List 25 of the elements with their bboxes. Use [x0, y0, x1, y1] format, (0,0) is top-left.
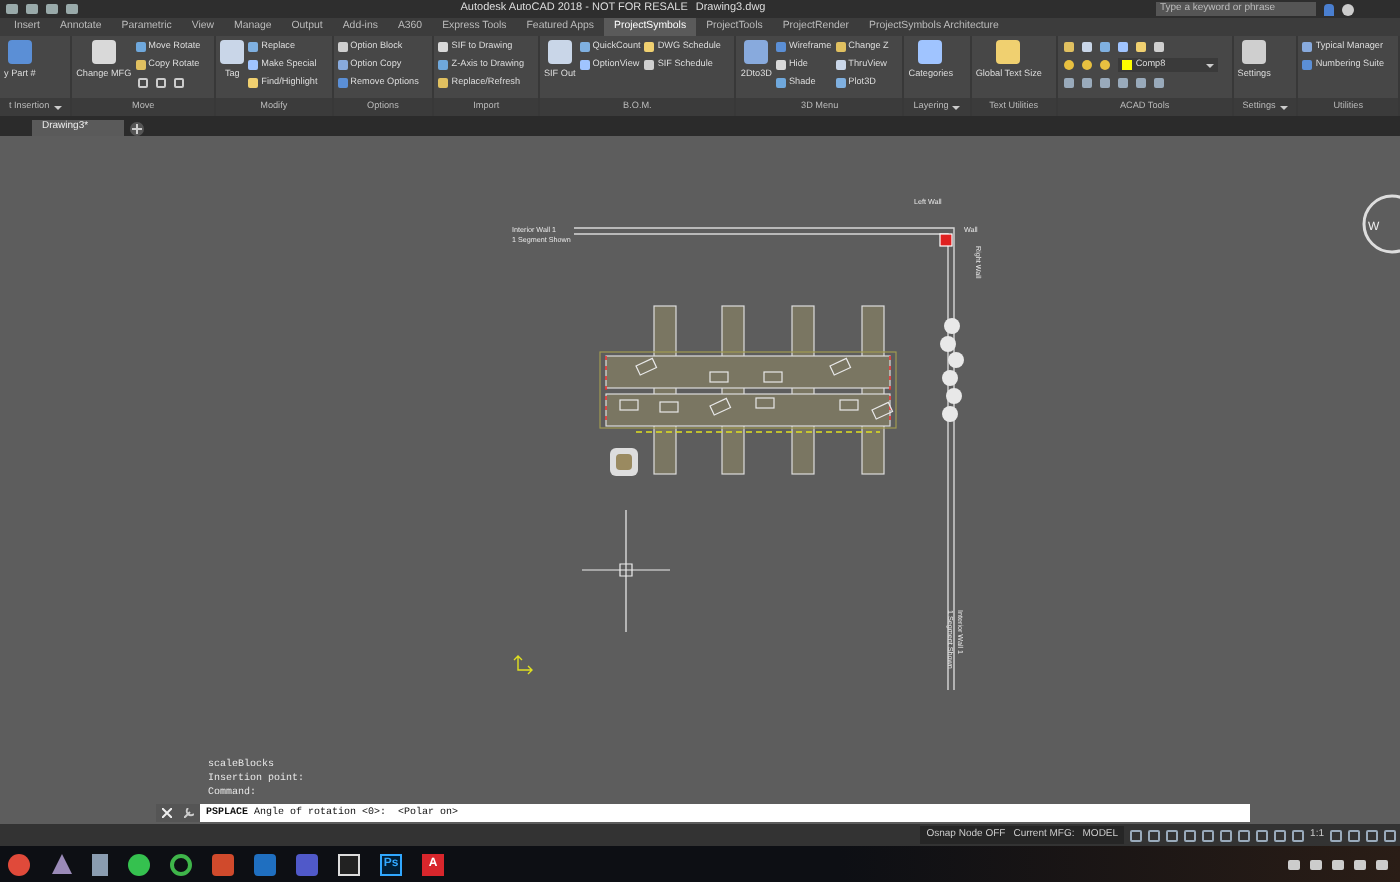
people-icon[interactable]: [1288, 859, 1300, 869]
caret-icon: [1205, 63, 1214, 67]
close-icon[interactable]: [162, 808, 172, 818]
crosshair-icon: [581, 509, 671, 633]
taskbar-app-icon[interactable]: [128, 853, 150, 875]
chair-drawing: [610, 448, 638, 476]
taskbar-app-icon[interactable]: [50, 853, 72, 875]
taskbar-app-icon[interactable]: [170, 853, 192, 875]
plant-drawing: [940, 318, 964, 422]
caret-icon[interactable]: [952, 105, 961, 109]
chevron-icon[interactable]: [1310, 859, 1322, 869]
wrench-icon[interactable]: [184, 808, 194, 818]
help-icon[interactable]: [1341, 3, 1354, 15]
marker-icon: [939, 233, 953, 247]
caret-icon[interactable]: [53, 105, 62, 109]
cloud-icon[interactable]: [1332, 859, 1344, 869]
taskbar-app-icon[interactable]: [92, 853, 108, 875]
network-icon[interactable]: [1354, 859, 1366, 869]
new-tab-button[interactable]: [130, 122, 145, 136]
user-icon[interactable]: [1323, 3, 1334, 15]
view-cube-icon: [1362, 194, 1400, 254]
layer-color-swatch: [1121, 60, 1132, 70]
volume-icon[interactable]: [1376, 859, 1388, 869]
ucs-icon: [513, 655, 533, 675]
caret-icon[interactable]: [1279, 105, 1288, 109]
